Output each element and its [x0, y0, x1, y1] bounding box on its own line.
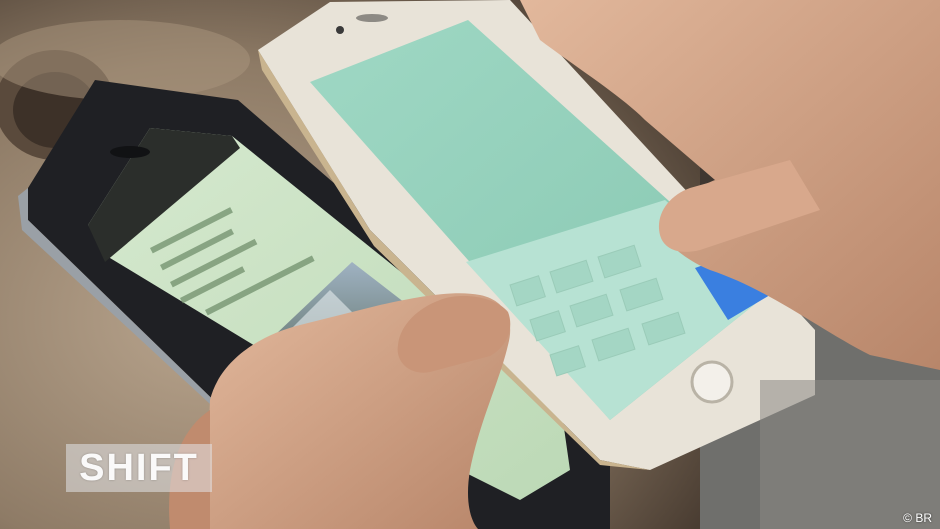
copyright-credit: © BR: [903, 511, 932, 525]
speaker-icon: [356, 14, 388, 22]
shift-watermark-logo: SHIFT: [66, 444, 212, 492]
blurred-foreground: [760, 380, 940, 529]
speaker-icon: [110, 146, 150, 158]
home-button-icon: [690, 360, 734, 404]
camera-icon: [336, 26, 344, 34]
